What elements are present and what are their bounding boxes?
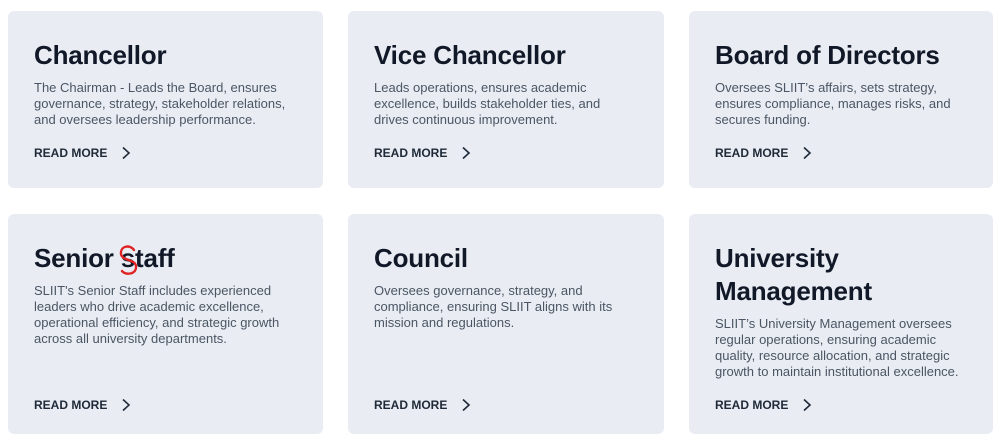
card-title-part: Senior — [34, 243, 121, 273]
card-senior-staff[interactable]: Senior s taff SLIIT's Senior Staff includ… — [8, 214, 323, 434]
card-description: The Chairman - Leads the Board, ensures … — [34, 80, 286, 127]
read-more-label: READ MORE — [715, 398, 789, 412]
read-more-link[interactable]: READ MORE — [374, 398, 473, 412]
card-title-line: Management — [715, 276, 872, 306]
card-description: SLIIT's Senior Staff includes experience… — [34, 283, 280, 346]
chevron-right-icon — [803, 398, 812, 412]
annotated-letter-text: s — [120, 243, 135, 273]
card-title-part: taff — [135, 243, 175, 273]
read-more-label: READ MORE — [374, 398, 448, 412]
chevron-right-icon — [462, 398, 471, 412]
read-more-link[interactable]: READ MORE — [715, 146, 814, 160]
card-council[interactable]: Council Oversees governance, strategy, a… — [348, 214, 664, 434]
read-more-link[interactable]: READ MORE — [34, 398, 133, 412]
card-title: University Management — [715, 242, 967, 308]
card-vice-chancellor[interactable]: Vice Chancellor Leads operations, ensure… — [348, 11, 664, 188]
read-more-label: READ MORE — [34, 398, 108, 412]
chevron-right-icon — [462, 146, 471, 160]
chevron-right-icon — [122, 146, 131, 160]
card-university-management[interactable]: University Management SLIIT’s University… — [689, 214, 993, 434]
card-title: Board of Directors — [715, 40, 940, 70]
read-more-label: READ MORE — [715, 146, 789, 160]
read-more-label: READ MORE — [374, 146, 448, 160]
read-more-link[interactable]: READ MORE — [34, 146, 133, 160]
card-description: Leads operations, ensures academic excel… — [374, 80, 601, 127]
card-title-line: University — [715, 243, 839, 273]
card-title: Chancellor — [34, 40, 167, 70]
card-board-of-directors[interactable]: Board of Directors Oversees SLIIT’s affa… — [689, 11, 993, 188]
card-description: Oversees SLIIT’s affairs, sets strategy,… — [715, 80, 951, 127]
card-chancellor[interactable]: Chancellor The Chairman - Leads the Boar… — [8, 11, 323, 188]
card-description: Oversees governance, strategy, and compl… — [374, 283, 613, 330]
card-title: Senior s taff — [34, 242, 297, 275]
read-more-link[interactable]: READ MORE — [715, 398, 814, 412]
card-description: SLIIT’s University Management oversees r… — [715, 316, 959, 379]
chevron-right-icon — [122, 398, 131, 412]
read-more-label: READ MORE — [34, 146, 108, 160]
read-more-link[interactable]: READ MORE — [374, 146, 473, 160]
card-title: Council — [374, 243, 468, 273]
annotated-letter: s — [119, 242, 137, 275]
card-title: Vice Chancellor — [374, 40, 566, 70]
leadership-card-grid: Chancellor The Chairman - Leads the Boar… — [0, 0, 993, 434]
chevron-right-icon — [803, 146, 812, 160]
